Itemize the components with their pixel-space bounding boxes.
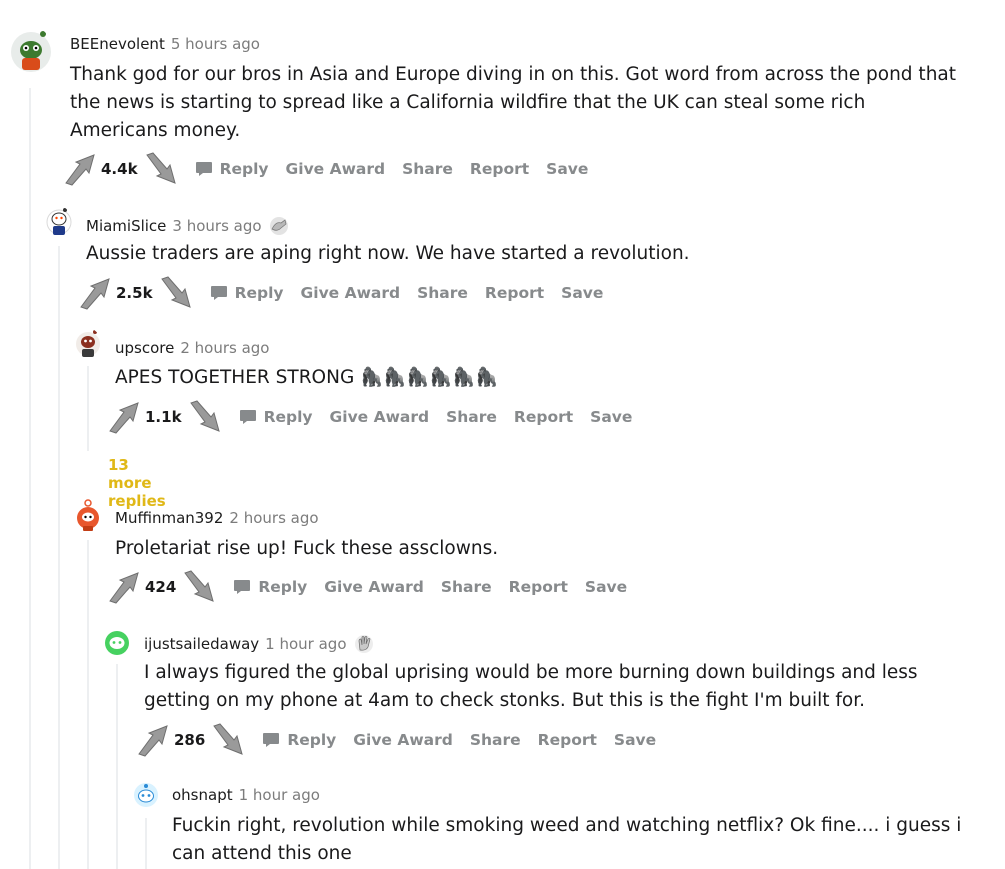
- avatar[interactable]: [46, 206, 72, 238]
- comment-bubble-icon: [239, 410, 256, 424]
- downvote-icon[interactable]: [182, 570, 216, 604]
- author-name[interactable]: ijustsailedaway: [144, 635, 259, 653]
- avatar[interactable]: [75, 498, 101, 532]
- vote-score: 1.1k: [145, 408, 182, 426]
- save-button[interactable]: Save: [614, 731, 656, 749]
- author-name[interactable]: MiamiSlice: [86, 217, 166, 235]
- thread-line-6[interactable]: [145, 818, 147, 869]
- timestamp[interactable]: 2 hours ago: [229, 509, 318, 527]
- helping-hand-award-icon[interactable]: [268, 215, 290, 237]
- author-name[interactable]: Muffinman392: [115, 509, 223, 527]
- report-button[interactable]: Report: [514, 408, 573, 426]
- downvote-icon[interactable]: [144, 152, 178, 186]
- vote-score: 4.4k: [101, 160, 138, 178]
- share-button[interactable]: Share: [446, 408, 497, 426]
- vote-score: 424: [145, 578, 177, 596]
- share-button[interactable]: Share: [402, 160, 453, 178]
- save-button[interactable]: Save: [590, 408, 632, 426]
- timestamp[interactable]: 1 hour ago: [239, 786, 320, 804]
- report-button[interactable]: Report: [538, 731, 597, 749]
- comment-bubble-icon: [263, 733, 280, 747]
- reply-button[interactable]: Reply: [210, 284, 284, 302]
- report-button[interactable]: Report: [485, 284, 544, 302]
- comment-body: Fuckin right, revolution while smoking w…: [172, 815, 962, 864]
- reply-button[interactable]: Reply: [195, 160, 269, 178]
- timestamp[interactable]: 2 hours ago: [180, 339, 269, 357]
- save-button[interactable]: Save: [561, 284, 603, 302]
- save-button[interactable]: Save: [585, 578, 627, 596]
- comment-bubble-icon: [234, 580, 251, 594]
- report-button[interactable]: Report: [470, 160, 529, 178]
- comment-body: Thank god for our bros in Asia and Europ…: [70, 64, 957, 141]
- wholesome-award-icon[interactable]: [353, 633, 375, 655]
- reply-button[interactable]: Reply: [262, 731, 336, 749]
- upvote-icon[interactable]: [107, 570, 141, 604]
- reply-button[interactable]: Reply: [239, 408, 313, 426]
- avatar[interactable]: [10, 26, 52, 74]
- comment-body: APES TOGETHER STRONG 🦍🦍🦍🦍🦍🦍: [115, 367, 499, 388]
- author-name[interactable]: ohsnapt: [172, 786, 233, 804]
- author-name[interactable]: BEEnevolent: [70, 35, 165, 53]
- reply-label: Reply: [287, 731, 337, 749]
- downvote-icon[interactable]: [211, 723, 245, 757]
- upvote-icon[interactable]: [136, 723, 170, 757]
- reply-label: Reply: [219, 160, 269, 178]
- downvote-icon[interactable]: [159, 276, 193, 310]
- thread-line-5[interactable]: [116, 664, 118, 869]
- share-button[interactable]: Share: [441, 578, 492, 596]
- reply-label: Reply: [258, 578, 308, 596]
- give-award-button[interactable]: Give Award: [330, 408, 430, 426]
- upvote-icon[interactable]: [78, 276, 112, 310]
- give-award-button[interactable]: Give Award: [301, 284, 401, 302]
- thread-line-2[interactable]: [58, 246, 60, 869]
- thread-line-4[interactable]: [87, 540, 89, 869]
- comment-bubble-icon: [210, 286, 227, 300]
- report-button[interactable]: Report: [509, 578, 568, 596]
- thread-line-1[interactable]: [29, 88, 31, 869]
- thread-line-3[interactable]: [87, 366, 89, 451]
- reply-label: Reply: [263, 408, 313, 426]
- upvote-icon[interactable]: [107, 400, 141, 434]
- timestamp[interactable]: 3 hours ago: [172, 217, 261, 235]
- timestamp[interactable]: 5 hours ago: [171, 35, 260, 53]
- reply-label: Reply: [234, 284, 284, 302]
- vote-score: 2.5k: [116, 284, 153, 302]
- save-button[interactable]: Save: [546, 160, 588, 178]
- upvote-icon[interactable]: [63, 152, 97, 186]
- give-award-button[interactable]: Give Award: [353, 731, 453, 749]
- avatar[interactable]: [75, 328, 101, 360]
- more-replies-link[interactable]: 13 more replies: [108, 456, 166, 510]
- comment-body: Aussie traders are aping right now. We h…: [86, 243, 690, 264]
- timestamp[interactable]: 1 hour ago: [265, 635, 346, 653]
- give-award-button[interactable]: Give Award: [324, 578, 424, 596]
- give-award-button[interactable]: Give Award: [286, 160, 386, 178]
- avatar[interactable]: [133, 782, 159, 808]
- comment-body: I always figured the global uprising wou…: [144, 662, 918, 711]
- author-name[interactable]: upscore: [115, 339, 174, 357]
- reply-button[interactable]: Reply: [233, 578, 307, 596]
- comment-bubble-icon: [195, 162, 212, 176]
- avatar[interactable]: [104, 630, 130, 656]
- share-button[interactable]: Share: [417, 284, 468, 302]
- downvote-icon[interactable]: [188, 400, 222, 434]
- vote-score: 286: [174, 731, 206, 749]
- comment-body: Proletariat rise up! Fuck these assclown…: [115, 538, 499, 559]
- share-button[interactable]: Share: [470, 731, 521, 749]
